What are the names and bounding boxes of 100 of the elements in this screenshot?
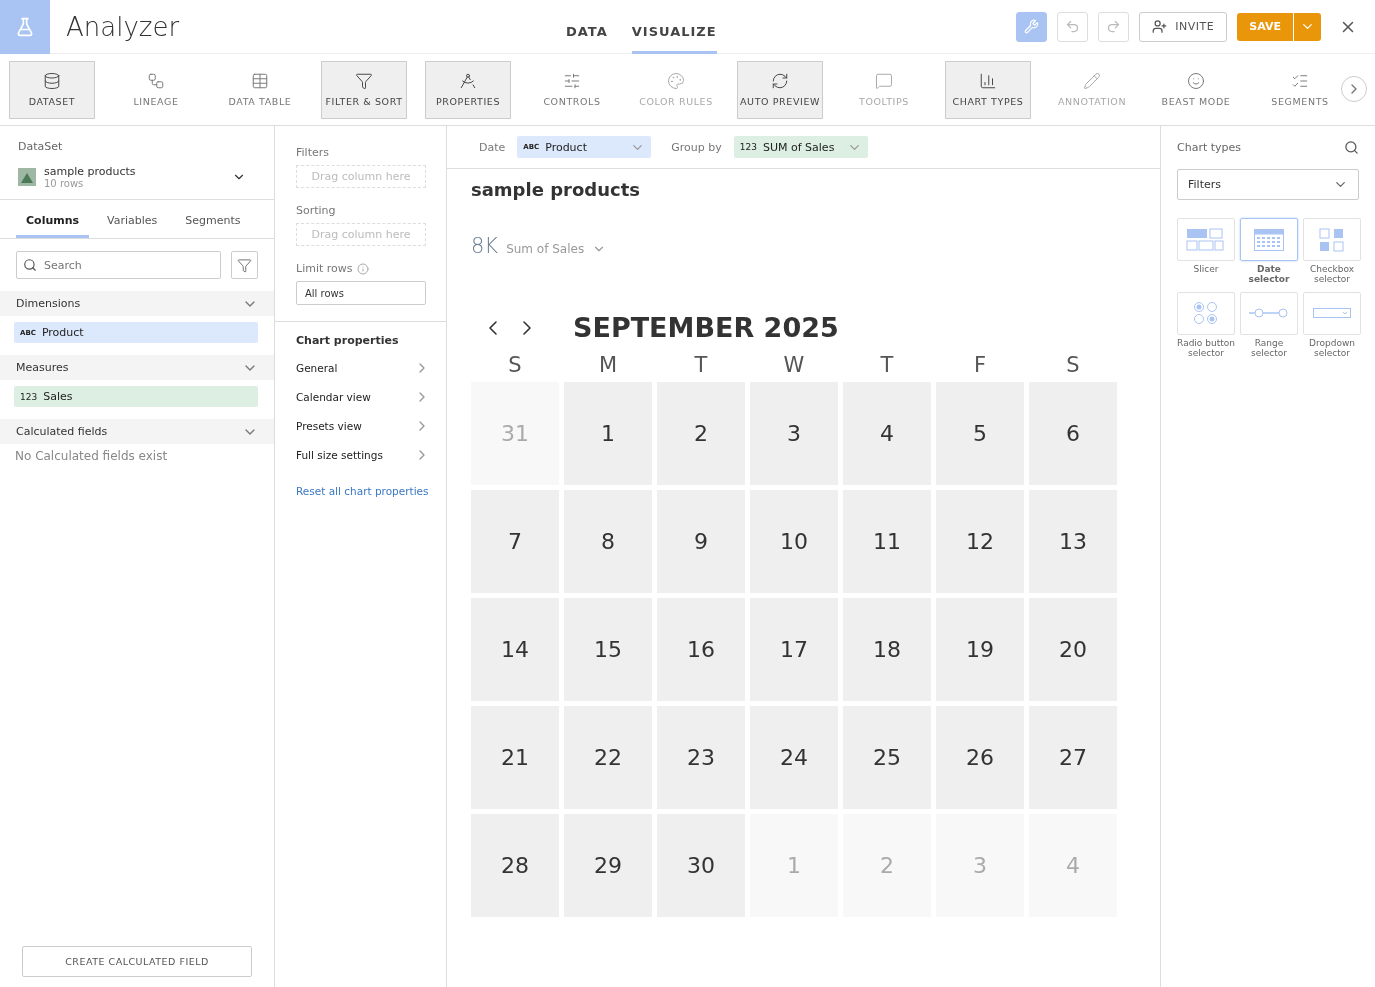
save-options-button[interactable]: [1293, 12, 1321, 41]
panel-tab[interactable]: Variables: [97, 210, 168, 238]
create-field-button[interactable]: CREATE CALCULATED FIELD: [22, 946, 252, 977]
redo-button[interactable]: [1098, 11, 1130, 42]
refresh-icon: [771, 72, 789, 90]
toolbar-button[interactable]: AUTO PREVIEW: [737, 60, 823, 119]
field-name: Sales: [43, 390, 73, 403]
user-plus-icon: [1152, 19, 1168, 34]
dataset-heading: DataSet: [18, 140, 64, 153]
palette-icon: [667, 72, 685, 90]
tools-button[interactable]: [1016, 11, 1048, 42]
weekday-label: W: [782, 353, 806, 377]
chart-properties-title: Chart properties: [296, 334, 400, 347]
property-item[interactable]: Calendar view: [296, 390, 371, 403]
type-tag: 123: [20, 391, 38, 402]
calendar-day[interactable]: 28: [471, 814, 559, 917]
toolbar-button[interactable]: FILTER & SORT: [321, 60, 407, 119]
calendar-day[interactable]: 4: [843, 382, 931, 485]
chart-type-tile[interactable]: [1177, 218, 1235, 261]
calendar-day[interactable]: 25: [843, 706, 931, 809]
scroll-right-button[interactable]: [1341, 76, 1367, 102]
calendar-day[interactable]: 21: [471, 706, 559, 809]
chart-type-tile[interactable]: [1303, 218, 1361, 261]
category-dropdown[interactable]: Filters: [1177, 169, 1359, 200]
chart-type-tile[interactable]: [1240, 291, 1298, 335]
calendar-day[interactable]: 13: [1029, 490, 1117, 593]
calendar-icon: [1254, 228, 1284, 251]
range-slider-icon: [1249, 307, 1289, 320]
sliders-icon: [563, 72, 581, 90]
calendar-day[interactable]: 30: [657, 814, 745, 917]
calendar-day[interactable]: 3: [750, 382, 838, 485]
main-tab[interactable]: VISUALIZE: [631, 23, 717, 54]
toolbar-button[interactable]: PROPERTIES: [425, 60, 511, 119]
chart-type-tile[interactable]: [1303, 291, 1361, 335]
property-item[interactable]: General: [296, 361, 338, 374]
filters-label: Filters: [296, 146, 330, 159]
calendar-day[interactable]: 12: [936, 490, 1024, 593]
calendar-day[interactable]: 9: [657, 490, 745, 593]
calendar-day[interactable]: 1: [564, 382, 652, 485]
calendar-day[interactable]: 17: [750, 598, 838, 701]
property-item[interactable]: Full size settings: [296, 448, 383, 461]
calendar-day[interactable]: 2: [657, 382, 745, 485]
panel-tab[interactable]: Columns: [16, 210, 90, 238]
calendar-day[interactable]: 23: [657, 706, 745, 809]
field-item[interactable]: 123 Sales: [14, 386, 258, 407]
group-by-label: Group by: [671, 140, 722, 154]
chart-types-title: Chart types: [1177, 141, 1242, 154]
calendar-day[interactable]: 24: [750, 706, 838, 809]
toolbar-button[interactable]: DATASET: [9, 60, 95, 119]
toolbar-button[interactable]: CHART TYPES: [945, 60, 1031, 119]
chart-type-label: Slicer: [1193, 265, 1219, 275]
group-by-dropdown[interactable]: 123 SUM of Sales: [733, 136, 868, 158]
search-icon[interactable]: [1344, 140, 1359, 155]
field-name: Product: [41, 326, 84, 339]
limit-rows-label: Limit rows: [296, 262, 353, 275]
section-header[interactable]: Measures: [0, 355, 274, 380]
bar-chart-icon: [979, 72, 997, 90]
calendar-day[interactable]: 7: [471, 490, 559, 593]
calendar-day[interactable]: 16: [657, 598, 745, 701]
calendar-day[interactable]: 22: [564, 706, 652, 809]
flask-icon: [15, 16, 35, 37]
dataset-row-count: 10 rows: [44, 178, 85, 189]
limit-rows-field[interactable]: All rows: [296, 281, 426, 305]
calendar-day[interactable]: 29: [564, 814, 652, 917]
calendar-day[interactable]: 18: [843, 598, 931, 701]
calendar-day[interactable]: 19: [936, 598, 1024, 701]
calendar-day[interactable]: 20: [1029, 598, 1117, 701]
property-item[interactable]: Presets view: [296, 419, 362, 432]
calendar-day[interactable]: 8: [564, 490, 652, 593]
chart-type-tile[interactable]: [1240, 218, 1298, 261]
calendar-day[interactable]: 14: [471, 598, 559, 701]
checkboxes-icon: [1319, 227, 1345, 252]
database-icon: [43, 72, 61, 90]
main-tab[interactable]: DATA: [566, 23, 608, 54]
filter-button[interactable]: [231, 251, 258, 279]
dataset-name: sample products: [44, 165, 137, 178]
invite-button[interactable]: INVITE: [1139, 11, 1228, 42]
panel-tab[interactable]: Segments: [175, 210, 251, 238]
search-field[interactable]: Search: [16, 251, 221, 279]
search-icon: [23, 258, 37, 272]
radio-buttons-icon: [1193, 301, 1219, 326]
section-header[interactable]: Dimensions: [0, 291, 274, 316]
weekday-label: S: [507, 353, 523, 377]
calendar-day[interactable]: 26: [936, 706, 1024, 809]
reset-link[interactable]: Reset all chart properties: [296, 485, 430, 497]
table-icon: [251, 72, 269, 90]
calendar-day[interactable]: 27: [1029, 706, 1117, 809]
calendar-day[interactable]: 15: [564, 598, 652, 701]
calendar-day[interactable]: 6: [1029, 382, 1117, 485]
weekday-label: T: [879, 353, 895, 377]
calendar-day[interactable]: 11: [843, 490, 931, 593]
chart-type-tile[interactable]: [1177, 291, 1235, 335]
chart-type-label: Checkbox selector: [1309, 265, 1355, 285]
section-header[interactable]: Calculated fields: [0, 419, 274, 444]
calendar-day[interactable]: 10: [750, 490, 838, 593]
undo-icon: [1065, 19, 1081, 34]
filter-icon: [355, 72, 373, 90]
info-icon[interactable]: [356, 262, 369, 275]
undo-button[interactable]: [1057, 11, 1089, 42]
calendar-day[interactable]: 5: [936, 382, 1024, 485]
